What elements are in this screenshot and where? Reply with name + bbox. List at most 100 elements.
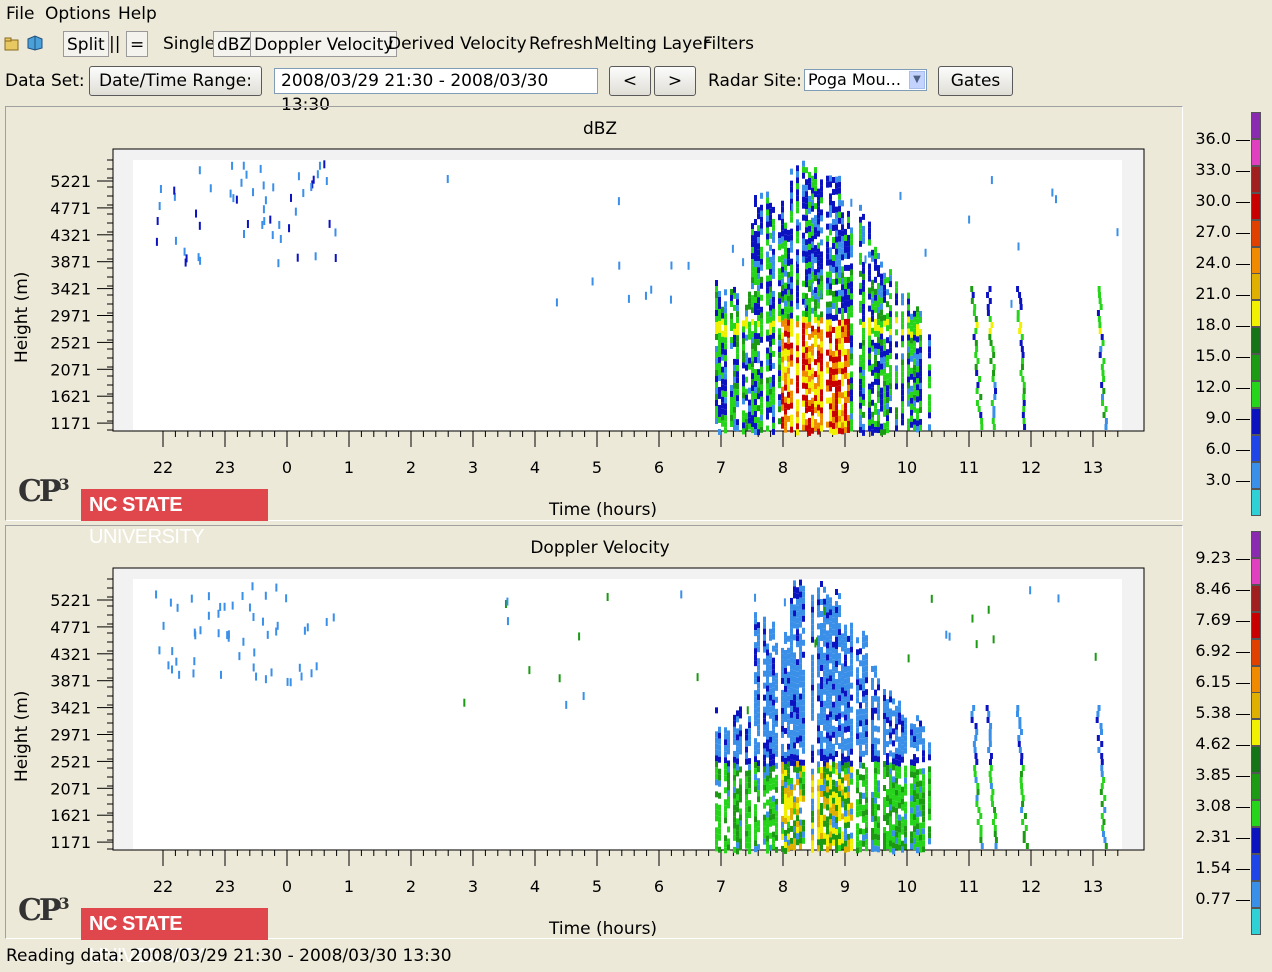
x-tick-label: 6 xyxy=(654,458,664,477)
colorbar-swatch xyxy=(1251,611,1261,639)
colorbar-label: 4.62 xyxy=(1195,734,1231,753)
colorbar-label: 6.0 xyxy=(1205,439,1231,458)
y-tick-label: 1621 xyxy=(50,387,91,406)
colorbar-swatch xyxy=(1251,407,1261,435)
status-text: Reading data: 2008/03/29 21:30 - 2008/03… xyxy=(6,946,452,966)
colorbar-label: 3.85 xyxy=(1195,765,1231,784)
colorbar-swatch xyxy=(1251,907,1261,935)
colorbar-swatch xyxy=(1251,746,1261,774)
colorbar-tick xyxy=(1236,838,1250,839)
cp3-logo: CP3 xyxy=(18,474,70,509)
y-tick-label: 2521 xyxy=(50,333,91,352)
colorbar-swatch xyxy=(1251,192,1261,220)
colorbar-swatch xyxy=(1251,665,1261,693)
colorbar-swatch xyxy=(1251,584,1261,612)
x-tick-label: 11 xyxy=(959,458,979,477)
x-tick-label: 13 xyxy=(1083,458,1103,477)
colorbar-swatch xyxy=(1251,638,1261,666)
colorbar-tick xyxy=(1236,450,1250,451)
colorbar-swatch xyxy=(1251,138,1261,166)
colorbar-label: 36.0 xyxy=(1195,129,1231,148)
colorbar-swatch xyxy=(1251,354,1261,382)
colorbar-tick xyxy=(1236,295,1250,296)
colorbar-label: 18.0 xyxy=(1195,315,1231,334)
colorbar-swatch xyxy=(1251,461,1261,489)
x-tick-label: 3 xyxy=(468,458,478,477)
x-tick-label: 12 xyxy=(1021,458,1041,477)
colorbar-tick xyxy=(1236,419,1250,420)
colorbar-swatch xyxy=(1251,488,1261,516)
colorbar-swatch xyxy=(1251,381,1261,409)
colorbar-swatch xyxy=(1251,300,1261,328)
colorbar-label: 30.0 xyxy=(1195,191,1231,210)
colorbar-label: 0.77 xyxy=(1195,889,1231,908)
colorbar-label: 12.0 xyxy=(1195,377,1231,396)
x-tick-label: 8 xyxy=(778,458,788,477)
x-tick-label: 0 xyxy=(282,458,292,477)
colorbar-label: 8.46 xyxy=(1195,579,1231,598)
x-tick-label: 1 xyxy=(344,458,354,477)
colorbar-swatch xyxy=(1251,434,1261,462)
y-tick-label: 4771 xyxy=(50,199,91,218)
colorbar-swatch xyxy=(1251,692,1261,720)
dbz-x-axis-label: Time (hours) xyxy=(549,500,658,520)
x-tick-label: 4 xyxy=(530,458,540,477)
colorbar-swatch xyxy=(1251,273,1261,301)
colorbar-tick xyxy=(1236,590,1250,591)
colorbar-label: 24.0 xyxy=(1195,253,1231,272)
colorbar-label: 5.38 xyxy=(1195,703,1231,722)
colorbar-label: 33.0 xyxy=(1195,160,1231,179)
colorbar-swatch xyxy=(1251,773,1261,801)
colorbar-swatch xyxy=(1251,880,1261,908)
x-tick-label: 2 xyxy=(406,458,416,477)
colorbar-label: 3.08 xyxy=(1195,796,1231,815)
colorbar-tick xyxy=(1236,714,1250,715)
colorbar-tick xyxy=(1236,900,1250,901)
colorbar-swatch xyxy=(1251,826,1261,854)
colorbar-label: 9.0 xyxy=(1205,408,1231,427)
y-tick-label: 3421 xyxy=(50,280,91,299)
x-tick-label: 10 xyxy=(897,458,917,477)
colorbar-swatch xyxy=(1251,246,1261,274)
colorbar-tick xyxy=(1236,683,1250,684)
colorbar-tick xyxy=(1236,233,1250,234)
x-tick-label: 23 xyxy=(215,458,235,477)
colorbar-label: 2.31 xyxy=(1195,827,1231,846)
colorbar-label: 15.0 xyxy=(1195,346,1231,365)
ncsu-logo: NC STATE UNIVERSITY xyxy=(81,489,268,548)
ncsu-logo-2: NC STATE UNIVERSITY xyxy=(81,908,268,967)
y-tick-label: 2071 xyxy=(50,360,91,379)
colorbar-label: 6.15 xyxy=(1195,672,1231,691)
cp3-logo-2: CP3 xyxy=(18,893,70,928)
colorbar-label: 27.0 xyxy=(1195,222,1231,241)
x-tick-label: 7 xyxy=(716,458,726,477)
colorbar-tick xyxy=(1236,357,1250,358)
colorbar-swatch xyxy=(1251,557,1261,585)
dbz-y-axis-label: Height (m) xyxy=(12,271,32,363)
colorbar-swatch xyxy=(1251,853,1261,881)
y-tick-label: 2971 xyxy=(50,307,91,326)
colorbar-tick xyxy=(1236,202,1250,203)
colorbar-tick xyxy=(1236,559,1250,560)
colorbar-label: 21.0 xyxy=(1195,284,1231,303)
doppler-y-axis-label: Height (m) xyxy=(12,690,32,782)
doppler-x-axis-label: Time (hours) xyxy=(549,919,658,939)
colorbar-tick xyxy=(1236,745,1250,746)
colorbar-tick xyxy=(1236,481,1250,482)
colorbar-tick xyxy=(1236,326,1250,327)
x-tick-label: 22 xyxy=(153,458,173,477)
colorbar-tick xyxy=(1236,140,1250,141)
colorbar-tick xyxy=(1236,621,1250,622)
colorbar-swatch xyxy=(1251,327,1261,355)
colorbar-label: 3.0 xyxy=(1205,470,1231,489)
colorbar-tick xyxy=(1236,869,1250,870)
colorbar-tick xyxy=(1236,171,1250,172)
colorbar-tick xyxy=(1236,807,1250,808)
colorbar-label: 1.54 xyxy=(1195,858,1231,877)
colorbar-label: 7.69 xyxy=(1195,610,1231,629)
y-tick-label: 5221 xyxy=(50,172,91,191)
y-tick-label: 1171 xyxy=(50,414,91,433)
colorbar-swatch xyxy=(1251,165,1261,193)
colorbar-swatch xyxy=(1251,800,1261,828)
colorbar-tick xyxy=(1236,388,1250,389)
